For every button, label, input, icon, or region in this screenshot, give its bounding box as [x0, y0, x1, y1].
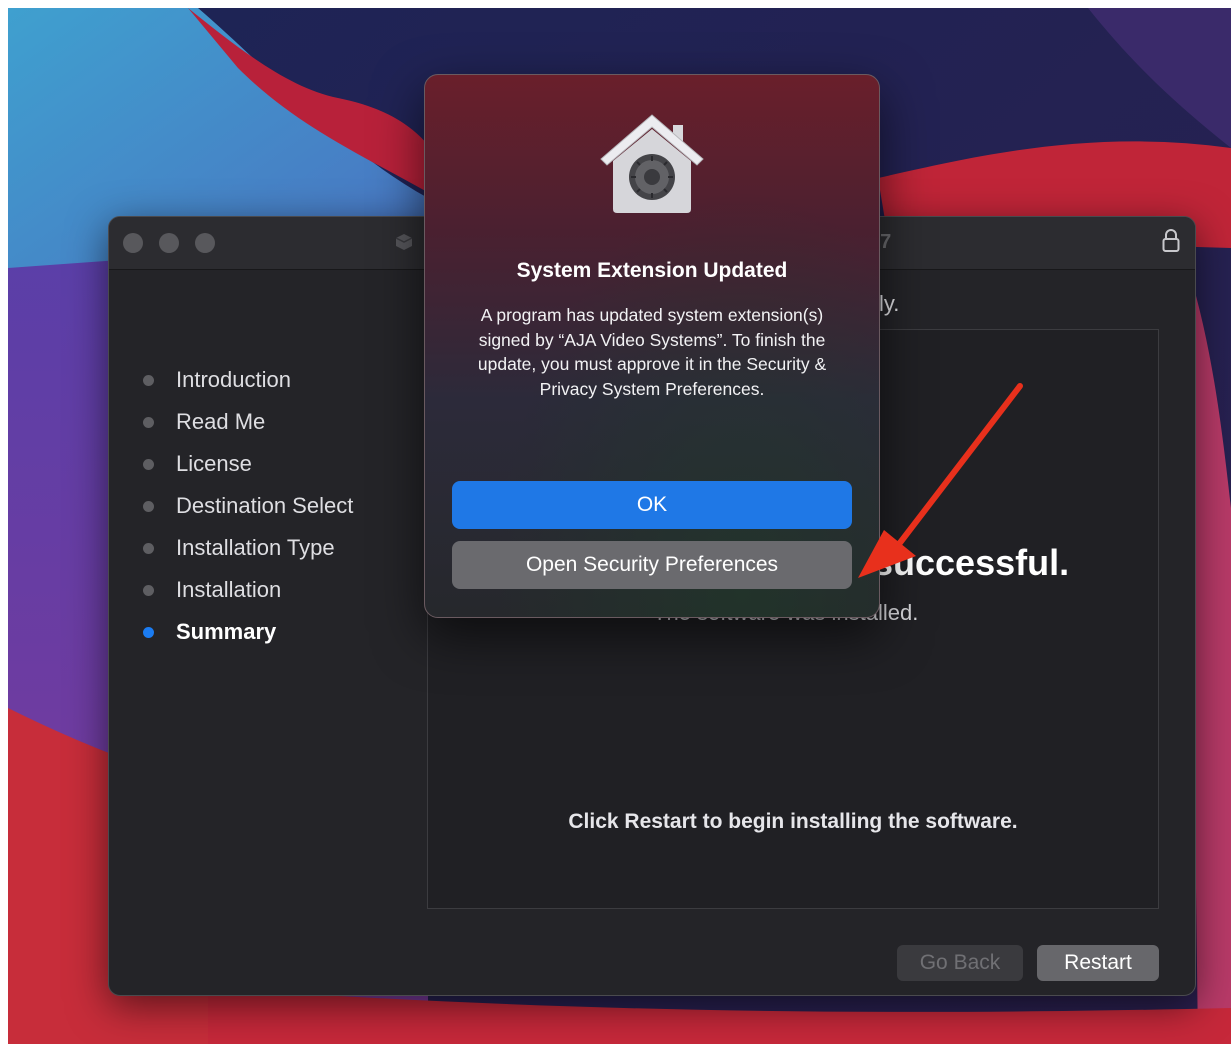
steps-sidebar: Introduction Read Me License Destination… — [109, 269, 419, 995]
step-dot — [143, 374, 154, 386]
sidebar-item-label: Installation — [176, 577, 282, 602]
sidebar-item-read-me: Read Me — [143, 407, 265, 437]
step-dot — [143, 416, 154, 428]
step-dot-active — [143, 626, 154, 638]
go-back-button[interactable]: Go Back — [897, 945, 1023, 981]
sidebar-item-label: Installation Type — [176, 535, 335, 560]
success-title: successful. — [873, 542, 1070, 583]
minimize-window-button[interactable] — [159, 233, 179, 253]
sidebar-item-label: Read Me — [176, 409, 266, 434]
close-window-button[interactable] — [123, 233, 143, 253]
sidebar-item-label: Introduction — [176, 367, 291, 392]
ok-button[interactable]: OK — [452, 481, 852, 529]
security-house-vault-icon — [600, 114, 704, 213]
step-dot — [143, 500, 154, 512]
sidebar-item-label: License — [176, 451, 252, 476]
sidebar-item-summary: Summary — [143, 617, 276, 647]
sidebar-item-label: Destination Select — [176, 493, 354, 518]
lock-icon — [1162, 229, 1180, 252]
sidebar-item-introduction: Introduction — [143, 365, 291, 395]
restart-button[interactable]: Restart — [1037, 945, 1159, 981]
system-extension-alert: System Extension Updated A program has u… — [424, 74, 880, 618]
sidebar-item-license: License — [143, 449, 252, 479]
alert-message: A program has updated system extension(s… — [477, 305, 827, 399]
zoom-window-button[interactable] — [195, 233, 215, 253]
package-icon — [395, 234, 413, 250]
sidebar-item-installation-type: Installation Type — [143, 533, 335, 563]
content-header-text: ly. — [879, 291, 900, 316]
sidebar-item-label: Summary — [176, 619, 277, 644]
open-security-preferences-button[interactable]: Open Security Preferences — [452, 541, 852, 589]
step-dot — [143, 542, 154, 554]
sidebar-item-destination-select: Destination Select — [143, 491, 353, 521]
step-dot — [143, 458, 154, 470]
sidebar-item-installation: Installation — [143, 575, 281, 605]
restart-note: Click Restart to begin installing the so… — [568, 810, 1018, 833]
step-dot — [143, 584, 154, 596]
alert-title: System Extension Updated — [516, 259, 788, 282]
